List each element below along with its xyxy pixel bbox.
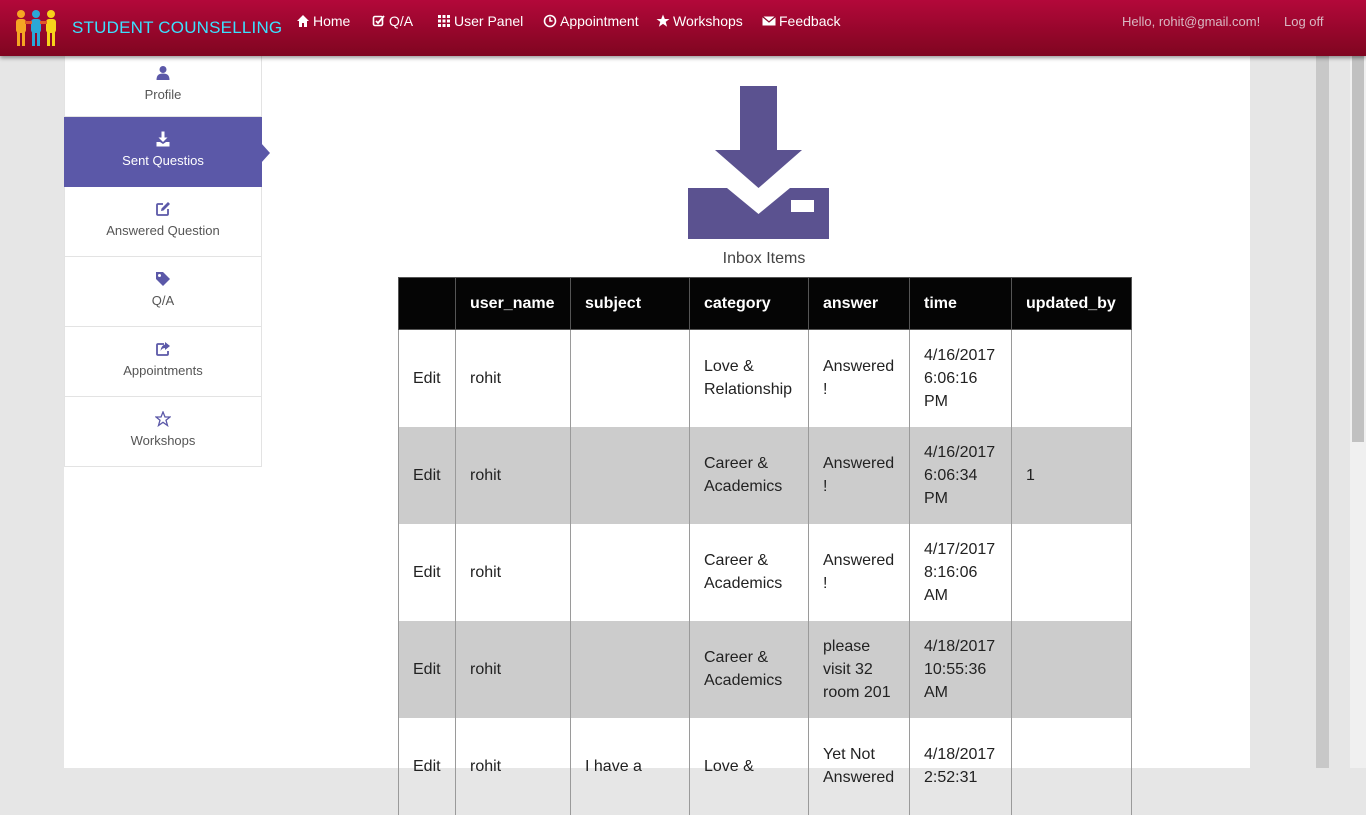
sidebar-item-label: Sent Questios <box>122 153 204 168</box>
cell-time: 4/18/2017 10:55:36 AM <box>909 620 1012 718</box>
column-header-updated-by[interactable]: updated_by <box>1011 277 1132 330</box>
logout-link[interactable]: Log off <box>1284 14 1324 29</box>
cell-updated-by: 1 <box>1011 426 1132 524</box>
top-navbar: STUDENT COUNSELLING Home Q/A User Panel … <box>0 0 1366 56</box>
inner-scrollbar[interactable] <box>1316 56 1329 768</box>
cell-updated-by <box>1011 329 1132 427</box>
cell-answer: Answered ! <box>808 523 910 621</box>
page-scrollbar-thumb[interactable] <box>1352 36 1364 442</box>
cell-updated-by <box>1011 717 1132 815</box>
table-row: Edit rohit Career & Academics Answered !… <box>398 426 1132 524</box>
edit-link[interactable]: Edit <box>398 329 456 427</box>
cell-user-name: rohit <box>455 717 571 815</box>
cell-user-name: rohit <box>455 329 571 427</box>
column-header-subject[interactable]: subject <box>570 277 690 330</box>
cell-updated-by <box>1011 523 1132 621</box>
star-icon <box>656 14 670 27</box>
edit-icon <box>156 202 170 216</box>
nav-feedback-label: Feedback <box>779 13 841 29</box>
edit-link[interactable]: Edit <box>398 717 456 815</box>
cell-time: 4/17/2017 8:16:06 AM <box>909 523 1012 621</box>
nav-home[interactable]: Home <box>296 13 350 29</box>
column-header-action <box>398 277 456 330</box>
cell-answer: Answered ! <box>808 426 910 524</box>
sidebar-item-sent-questions[interactable]: Sent Questios <box>64 117 270 187</box>
user-greeting-link[interactable]: Hello, rohit@gmail.com! <box>1122 14 1260 29</box>
questions-table: user_name subject category answer time u… <box>398 277 1132 815</box>
edit-link[interactable]: Edit <box>398 620 456 718</box>
nav-home-label: Home <box>313 13 351 29</box>
people-logo-icon <box>16 10 56 46</box>
nav-feedback[interactable]: Feedback <box>762 13 840 29</box>
brand-title: STUDENT COUNSELLING <box>72 18 283 37</box>
brand[interactable]: STUDENT COUNSELLING <box>13 4 282 52</box>
cell-updated-by <box>1011 620 1132 718</box>
tag-icon <box>156 272 170 286</box>
nav-qa[interactable]: Q/A <box>372 13 413 29</box>
cell-subject <box>570 523 690 621</box>
column-header-user-name[interactable]: user_name <box>455 277 571 330</box>
sidebar-item-label: Profile <box>144 87 182 102</box>
nav-user-panel[interactable]: User Panel <box>437 13 523 29</box>
cell-subject <box>570 329 690 427</box>
cell-subject <box>570 620 690 718</box>
edit-check-icon <box>372 15 385 27</box>
cell-time: 4/16/2017 6:06:16 PM <box>909 329 1012 427</box>
edit-link[interactable]: Edit <box>398 426 456 524</box>
sidebar-item-appointments[interactable]: Appointments <box>64 327 262 397</box>
table-row: Edit rohit I have a Love & Yet Not Answe… <box>398 717 1132 815</box>
nav-user-panel-label: User Panel <box>454 13 524 29</box>
sidebar-item-label: Appointments <box>123 363 203 378</box>
nav-workshops-label: Workshops <box>673 13 743 29</box>
clock-icon <box>543 14 557 28</box>
sidebar: Profile Sent Questios Answered Question … <box>64 56 270 467</box>
sidebar-item-qa[interactable]: Q/A <box>64 257 262 327</box>
nav-appointment[interactable]: Appointment <box>543 13 639 29</box>
cell-category: Love & Relationship <box>689 329 809 427</box>
download-icon <box>156 131 170 147</box>
share-icon <box>156 342 170 356</box>
column-header-time[interactable]: time <box>909 277 1012 330</box>
cell-user-name: rohit <box>455 620 571 718</box>
column-header-category[interactable]: category <box>689 277 809 330</box>
cell-answer: Yet Not Answered <box>808 717 910 815</box>
table-row: Edit rohit Love & Relationship Answered … <box>398 329 1132 427</box>
user-icon <box>156 66 170 80</box>
column-header-answer[interactable]: answer <box>808 277 910 330</box>
cell-subject: I have a <box>570 717 690 815</box>
cell-time: 4/16/2017 6:06:34 PM <box>909 426 1012 524</box>
sidebar-item-label: Workshops <box>130 433 196 448</box>
cell-answer: Answered ! <box>808 329 910 427</box>
envelope-icon <box>762 16 776 26</box>
table-row: Edit rohit Career & Academics Answered !… <box>398 523 1132 621</box>
inbox-label: Inbox Items <box>722 250 806 267</box>
home-icon <box>297 15 309 27</box>
table-row: Edit rohit Career & Academics please vis… <box>398 620 1132 718</box>
cell-time: 4/18/2017 2:52:31 <box>909 717 1012 815</box>
star-outline-icon <box>154 410 172 428</box>
table-header-row: user_name subject category answer time u… <box>398 277 1132 330</box>
cell-category: Career & Academics <box>689 523 809 621</box>
grid-icon <box>438 15 450 27</box>
sidebar-item-label: Q/A <box>151 293 175 308</box>
sidebar-item-label: Answered Question <box>106 223 220 238</box>
sidebar-item-profile[interactable]: Profile <box>64 56 262 117</box>
sidebar-item-workshops[interactable]: Workshops <box>64 397 262 467</box>
cell-user-name: rohit <box>455 523 571 621</box>
sidebar-item-answered-question[interactable]: Answered Question <box>64 187 262 257</box>
cell-category: Career & Academics <box>689 620 809 718</box>
nav-qa-label: Q/A <box>389 13 414 29</box>
edit-link[interactable]: Edit <box>398 523 456 621</box>
inbox-download-icon <box>688 86 829 239</box>
cell-user-name: rohit <box>455 426 571 524</box>
cell-subject <box>570 426 690 524</box>
nav-workshops[interactable]: Workshops <box>656 13 743 29</box>
cell-category: Career & Academics <box>689 426 809 524</box>
cell-answer: please visit 32 room 201 <box>808 620 910 718</box>
nav-appointment-label: Appointment <box>560 13 639 29</box>
cell-category: Love & <box>689 717 809 815</box>
